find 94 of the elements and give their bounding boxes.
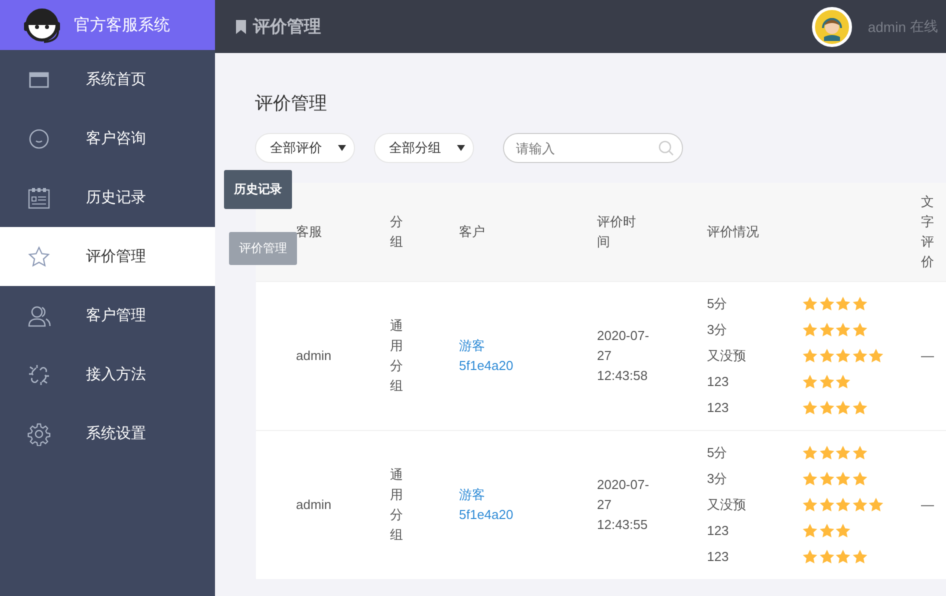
column-header: 分组 <box>390 213 404 251</box>
rating-label: 123 <box>707 373 729 391</box>
group-name: 通用分组 <box>390 466 404 544</box>
filter-dropdown[interactable]: 全部分组 <box>374 133 474 163</box>
sidebar-item[interactable]: 系统首页 <box>0 50 215 109</box>
star-icon <box>835 445 851 461</box>
star-icon <box>852 400 868 416</box>
star-icon <box>868 497 884 513</box>
star-icon <box>818 549 834 565</box>
star-icon <box>835 348 851 364</box>
star-icon <box>868 348 884 364</box>
star-icon <box>802 523 818 539</box>
comment-text: — <box>921 496 934 514</box>
avatar-icon <box>812 6 852 46</box>
gear-icon <box>27 422 51 446</box>
star-icon <box>818 348 834 364</box>
sidebar-item[interactable]: 历史记录 <box>0 168 215 227</box>
caret-icon <box>338 145 346 151</box>
bookmark-icon <box>235 20 247 34</box>
review-time: 2020-07-27 12:43:55 <box>597 476 650 534</box>
comment-text: — <box>921 347 934 365</box>
customer-link[interactable]: 游客 5f1e4a20 <box>459 336 523 376</box>
star-icon <box>818 471 834 487</box>
caret-icon <box>457 145 465 151</box>
tooltip: 评价管理 <box>229 232 297 265</box>
star-icon <box>835 523 851 539</box>
customer-link[interactable]: 游客 5f1e4a20 <box>459 485 523 525</box>
star-icon <box>27 244 51 268</box>
star-icon <box>852 497 868 513</box>
star-icon <box>818 374 834 390</box>
star-icon <box>835 374 851 390</box>
column-header: 评价时间 <box>597 213 637 251</box>
star-icon <box>802 445 818 461</box>
tooltip: 历史记录 <box>224 170 292 209</box>
filter-dropdown[interactable]: 全部评价 <box>255 133 355 163</box>
sidebar-item[interactable]: 接入方法 <box>0 345 215 404</box>
star-icon <box>852 322 868 338</box>
star-icon <box>835 322 851 338</box>
rating-label: 3分 <box>707 321 728 339</box>
star-icon <box>802 348 818 364</box>
star-icon <box>802 322 818 338</box>
star-icon <box>835 497 851 513</box>
online-status: 在线 <box>910 18 938 36</box>
star-icon <box>802 296 818 312</box>
star-icon <box>818 497 834 513</box>
column-header: 文字评价 <box>921 193 935 271</box>
star-icon <box>852 445 868 461</box>
rating-label: 123 <box>707 548 729 566</box>
review-time: 2020-07-27 12:43:58 <box>597 327 650 385</box>
column-header: 客服 <box>296 223 322 241</box>
broken-link-icon <box>27 362 51 386</box>
star-icon <box>835 549 851 565</box>
star-icon <box>802 497 818 513</box>
rating-label: 5分 <box>707 295 728 313</box>
star-icon <box>818 400 834 416</box>
rating-label: 又没预 <box>707 496 746 514</box>
user-name: admin <box>868 18 906 34</box>
search-icon <box>658 140 674 156</box>
star-icon <box>852 296 868 312</box>
star-icon <box>852 549 868 565</box>
search-field[interactable]: 请输入 <box>503 133 683 163</box>
star-icon <box>818 445 834 461</box>
star-icon <box>835 400 851 416</box>
star-icon <box>802 549 818 565</box>
group-name: 通用分组 <box>390 317 404 395</box>
rating-label: 又没预 <box>707 347 746 365</box>
column-header: 客户 <box>459 223 485 241</box>
rating-label: 123 <box>707 399 729 417</box>
agent-name: admin <box>296 496 332 514</box>
star-icon <box>818 296 834 312</box>
brand-title: 官方客服系统 <box>74 16 170 36</box>
agent-name: admin <box>296 347 332 365</box>
rating-label: 123 <box>707 522 729 540</box>
rating-label: 3分 <box>707 470 728 488</box>
star-icon <box>802 374 818 390</box>
star-icon <box>835 296 851 312</box>
page-title: 评价管理 <box>253 16 321 38</box>
sidebar-item[interactable]: 评价管理 <box>0 227 215 286</box>
column-header: 评价情况 <box>707 223 759 241</box>
sidebar-item[interactable]: 客户咨询 <box>0 109 215 168</box>
star-icon <box>818 523 834 539</box>
star-icon <box>835 471 851 487</box>
users-icon <box>27 304 51 328</box>
star-icon <box>802 471 818 487</box>
sidebar-item[interactable]: 系统设置 <box>0 404 215 463</box>
rating-label: 5分 <box>707 444 728 462</box>
star-icon <box>852 348 868 364</box>
star-icon <box>818 322 834 338</box>
smiley-icon <box>27 126 51 150</box>
calendar-icon <box>27 186 51 210</box>
star-icon <box>802 400 818 416</box>
sidebar-item[interactable]: 客户管理 <box>0 286 215 345</box>
section-title: 评价管理 <box>255 92 328 115</box>
star-icon <box>852 471 868 487</box>
